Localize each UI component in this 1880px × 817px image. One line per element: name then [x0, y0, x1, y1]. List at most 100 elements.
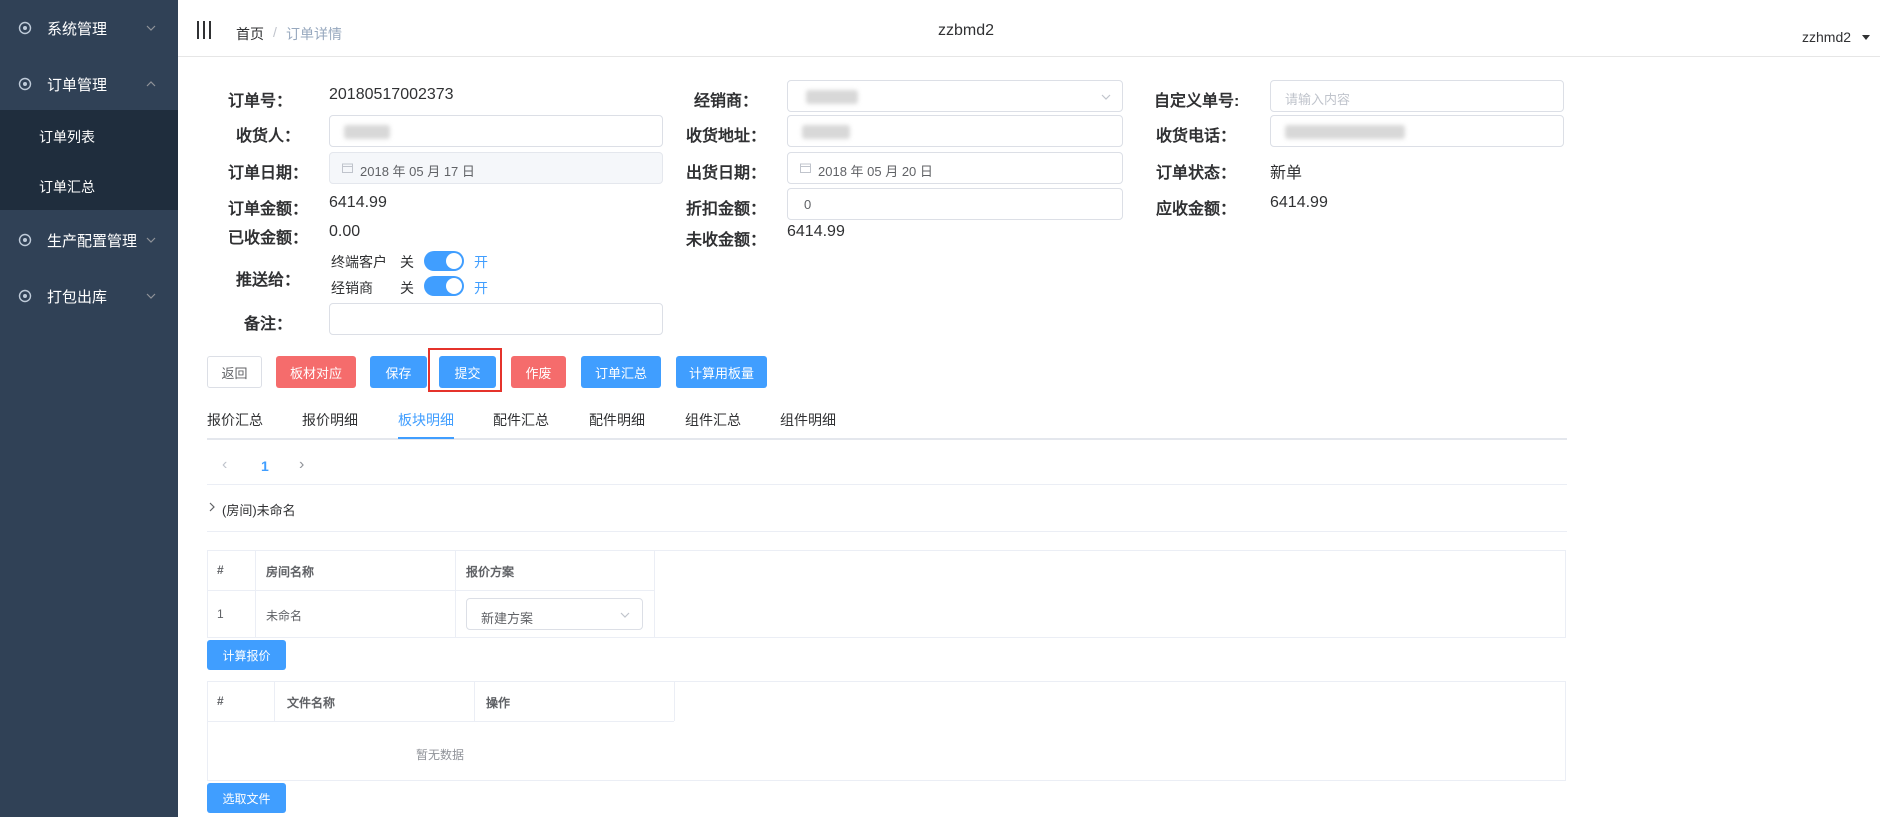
tab-quote-summary[interactable]: 报价汇总 — [207, 410, 263, 430]
table-col-divider — [654, 550, 655, 638]
order-date-label: 订单日期： — [228, 165, 309, 182]
push-customer-on-label: 开 — [474, 254, 488, 270]
tab-panel-detail[interactable]: 板块明细 — [398, 410, 454, 430]
pagination-current[interactable]: 1 — [261, 458, 269, 474]
ship-date-value: 2018 年 05 月 20 日 — [818, 164, 933, 179]
pagination-next[interactable]: › — [299, 456, 304, 474]
room-row-index: 1 — [217, 607, 224, 621]
remark-input[interactable] — [329, 303, 663, 335]
unreceived-label: 未收金额： — [686, 232, 767, 249]
push-customer-off-label: 关 — [400, 254, 414, 270]
tab-component-detail[interactable]: 组件明细 — [780, 410, 836, 430]
calc-price-button[interactable]: 计算报价 — [207, 640, 286, 670]
user-menu[interactable]: zzhmd2 — [1802, 29, 1851, 45]
address-input[interactable] — [787, 115, 1123, 147]
sidebar-menu-orders[interactable]: 订单管理 — [0, 56, 178, 112]
room-table-header-plan: 报价方案 — [466, 565, 515, 579]
order-amount-label: 订单金额： — [228, 201, 309, 218]
push-to-label: 推送给： — [236, 272, 301, 289]
chevron-down-icon — [146, 293, 156, 299]
receiver-input[interactable] — [329, 115, 663, 147]
breadcrumb-separator: / — [273, 24, 277, 40]
order-amount-value: 6414.99 — [329, 194, 387, 211]
received-value: 0.00 — [329, 223, 361, 240]
calc-board-button[interactable]: 计算用板量 — [676, 356, 767, 388]
sidebar-menu-label: 打包出库 — [47, 288, 108, 306]
discount-input[interactable]: 0 — [787, 188, 1123, 220]
table-col-divider — [274, 681, 275, 721]
phone-input[interactable] — [1270, 115, 1564, 147]
chevron-up-icon — [146, 81, 156, 87]
sidebar-menu-production[interactable]: 生产配置管理 — [0, 212, 178, 268]
dealer-select[interactable] — [787, 80, 1123, 112]
dealer-label: 经销商： — [694, 93, 759, 110]
order-summary-button[interactable]: 订单汇总 — [581, 356, 661, 388]
tab-component-summary[interactable]: 组件汇总 — [685, 410, 741, 430]
hamburger-icon[interactable] — [197, 21, 213, 39]
settings-icon — [18, 77, 32, 91]
push-dealer-toggle[interactable] — [424, 276, 464, 296]
status-value: 新单 — [1270, 165, 1303, 182]
table-col-divider — [474, 681, 475, 721]
table-col-divider — [455, 550, 456, 638]
tab-accessory-detail[interactable]: 配件明细 — [589, 410, 645, 430]
tab-quote-detail[interactable]: 报价明细 — [302, 410, 358, 430]
room-group-title[interactable]: (房间)未命名 — [222, 500, 296, 519]
discount-label: 折扣金额： — [686, 201, 767, 218]
address-label: 收货地址： — [686, 128, 767, 145]
breadcrumb-current: 订单详情 — [286, 26, 342, 42]
ship-date-label: 出货日期： — [686, 165, 767, 182]
file-table-empty: 暂无数据 — [416, 748, 465, 762]
table-row-divider — [207, 590, 655, 591]
settings-icon — [18, 289, 32, 303]
ship-date-picker[interactable]: 2018 年 05 月 20 日 — [787, 152, 1123, 184]
sidebar-item-label: 订单列表 — [39, 129, 95, 145]
custom-no-input[interactable]: 请输入内容 — [1270, 80, 1564, 112]
sidebar-menu-packing[interactable]: 打包出库 — [0, 268, 178, 324]
plan-select-value: 新建方案 — [481, 611, 534, 626]
receivable-label: 应收金额： — [1156, 201, 1237, 218]
chevron-right-icon[interactable] — [208, 502, 216, 512]
order-date-value: 2018 年 05 月 17 日 — [360, 164, 475, 179]
status-label: 订单状态： — [1156, 165, 1237, 182]
divider — [207, 531, 1567, 532]
tab-accessory-summary[interactable]: 配件汇总 — [493, 410, 549, 430]
chevron-down-icon — [146, 237, 156, 243]
received-label: 已收金额： — [228, 230, 309, 247]
select-file-button[interactable]: 选取文件 — [207, 783, 286, 813]
void-button[interactable]: 作废 — [511, 356, 566, 388]
file-table — [207, 681, 1566, 781]
plan-select[interactable]: 新建方案 — [466, 598, 643, 630]
caret-down-icon[interactable] — [1862, 35, 1870, 40]
submit-button[interactable]: 提交 — [439, 356, 496, 388]
push-customer-toggle[interactable] — [424, 251, 464, 271]
chevron-down-icon — [146, 25, 156, 31]
discount-value: 0 — [804, 197, 812, 212]
custom-no-placeholder: 请输入内容 — [1285, 92, 1351, 107]
order-date-picker: 2018 年 05 月 17 日 — [329, 152, 663, 184]
panel-match-button[interactable]: 板材对应 — [276, 356, 356, 388]
calendar-icon — [342, 163, 353, 173]
receivable-value: 6414.99 — [1270, 194, 1328, 211]
order-no-label: 订单号： — [228, 93, 293, 110]
divider — [207, 484, 1567, 485]
push-dealer-label: 经销商 — [331, 280, 373, 296]
room-table — [207, 550, 1566, 638]
push-dealer-off-label: 关 — [400, 280, 414, 296]
sidebar-item-order-summary[interactable]: 订单汇总 — [0, 162, 178, 212]
sidebar-menu-system[interactable]: 系统管理 — [0, 0, 178, 56]
sidebar-item-order-list[interactable]: 订单列表 — [0, 112, 178, 162]
unreceived-value: 6414.99 — [787, 223, 845, 240]
sidebar-menu-label: 订单管理 — [47, 76, 108, 94]
chevron-down-icon — [1101, 94, 1111, 100]
table-col-divider — [255, 550, 256, 638]
pagination-prev[interactable]: ‹ — [222, 456, 227, 474]
save-button[interactable]: 保存 — [370, 356, 427, 388]
table-col-divider — [674, 681, 675, 721]
breadcrumb-home[interactable]: 首页 — [236, 24, 264, 44]
table-row-divider — [207, 721, 674, 722]
sidebar-menu-label: 系统管理 — [47, 20, 108, 38]
remark-label: 备注： — [244, 316, 293, 333]
back-button[interactable]: 返回 — [207, 356, 262, 388]
room-row-name: 未命名 — [266, 609, 303, 623]
